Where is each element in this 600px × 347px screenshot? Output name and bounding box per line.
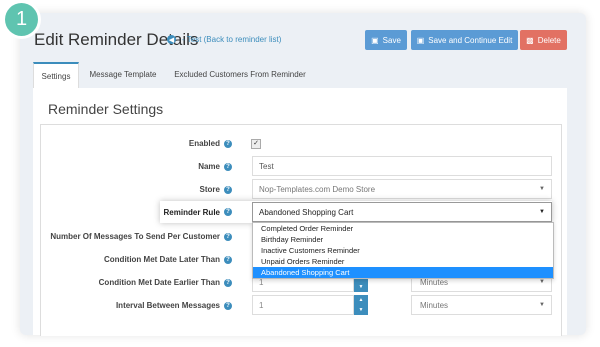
- name-input[interactable]: Test: [252, 156, 552, 176]
- chevron-down-icon: ▼: [539, 186, 545, 192]
- tab-settings[interactable]: Settings: [33, 62, 79, 89]
- store-select[interactable]: Nop-Templates.com Demo Store ▼: [252, 179, 552, 199]
- help-icon[interactable]: ?: [224, 163, 232, 171]
- interval-unit: Minutes: [420, 300, 449, 310]
- chevron-up-icon[interactable]: ▲: [359, 297, 364, 303]
- rule-value: Abandoned Shopping Cart: [259, 207, 354, 217]
- interval-stepper[interactable]: ▲ ▼: [354, 295, 368, 315]
- help-icon[interactable]: ?: [224, 233, 232, 241]
- trash-icon: ▩: [526, 35, 534, 45]
- rule-option-selected[interactable]: Abandoned Shopping Cart: [253, 267, 553, 278]
- help-icon[interactable]: ?: [224, 256, 232, 264]
- store-label: Store: [199, 185, 220, 194]
- interval-input[interactable]: 1: [252, 295, 354, 315]
- step-badge: 1: [5, 3, 38, 36]
- help-icon[interactable]: ?: [224, 208, 232, 216]
- rule-dropdown: Completed Order Reminder Birthday Remind…: [252, 222, 554, 279]
- save-button-label: Save: [382, 35, 401, 45]
- enabled-checkbox[interactable]: ✓: [251, 139, 261, 149]
- chevron-down-icon: ▼: [539, 302, 545, 308]
- help-icon[interactable]: ?: [224, 186, 232, 194]
- earlier-label: Condition Met Date Earlier Than: [98, 278, 220, 287]
- chevron-down-icon: ▼: [539, 209, 545, 215]
- back-arrow-icon[interactable]: ◀: [167, 35, 176, 44]
- floppy-icon: ▣: [416, 35, 425, 45]
- save-continue-button[interactable]: ▣ Save and Continue Edit: [411, 30, 518, 50]
- tab-message-template[interactable]: Message Template: [82, 62, 164, 87]
- tab-excluded-customers[interactable]: Excluded Customers From Reminder: [170, 62, 310, 87]
- interval-label: Interval Between Messages: [115, 301, 220, 310]
- name-label: Name: [198, 162, 220, 171]
- store-value: Nop-Templates.com Demo Store: [259, 184, 376, 194]
- chevron-down-icon[interactable]: ▼: [359, 284, 364, 290]
- interval-unit-select[interactable]: Minutes ▼: [411, 295, 552, 315]
- rule-option[interactable]: Unpaid Orders Reminder: [253, 256, 553, 267]
- delete-button-label: Delete: [537, 35, 561, 45]
- help-icon[interactable]: ?: [224, 302, 232, 310]
- rule-option[interactable]: Inactive Customers Reminder: [253, 245, 553, 256]
- delete-button[interactable]: ▩ Delete: [520, 30, 567, 50]
- enabled-label: Enabled: [188, 139, 220, 148]
- interval-value: 1: [259, 300, 264, 310]
- rule-option[interactable]: Birthday Reminder: [253, 234, 553, 245]
- rule-label: Reminder Rule: [163, 208, 220, 217]
- floppy-icon: ▣: [371, 35, 379, 45]
- section-title: Reminder Settings: [48, 101, 164, 117]
- save-button[interactable]: ▣ Save: [365, 30, 407, 50]
- later-label: Condition Met Date Later Than: [104, 255, 220, 264]
- help-icon[interactable]: ?: [224, 279, 232, 287]
- name-value: Test: [259, 161, 274, 171]
- back-to-list-link[interactable]: - Test (Back to reminder list): [182, 35, 281, 44]
- save-continue-label: Save and Continue Edit: [428, 35, 513, 45]
- messages-label: Number Of Messages To Send Per Customer: [50, 232, 220, 241]
- chevron-down-icon[interactable]: ▼: [359, 307, 364, 313]
- rule-select[interactable]: Abandoned Shopping Cart ▼: [252, 202, 552, 222]
- rule-option[interactable]: Completed Order Reminder: [253, 223, 553, 234]
- chevron-down-icon: ▼: [539, 279, 545, 285]
- help-icon[interactable]: ?: [224, 140, 232, 148]
